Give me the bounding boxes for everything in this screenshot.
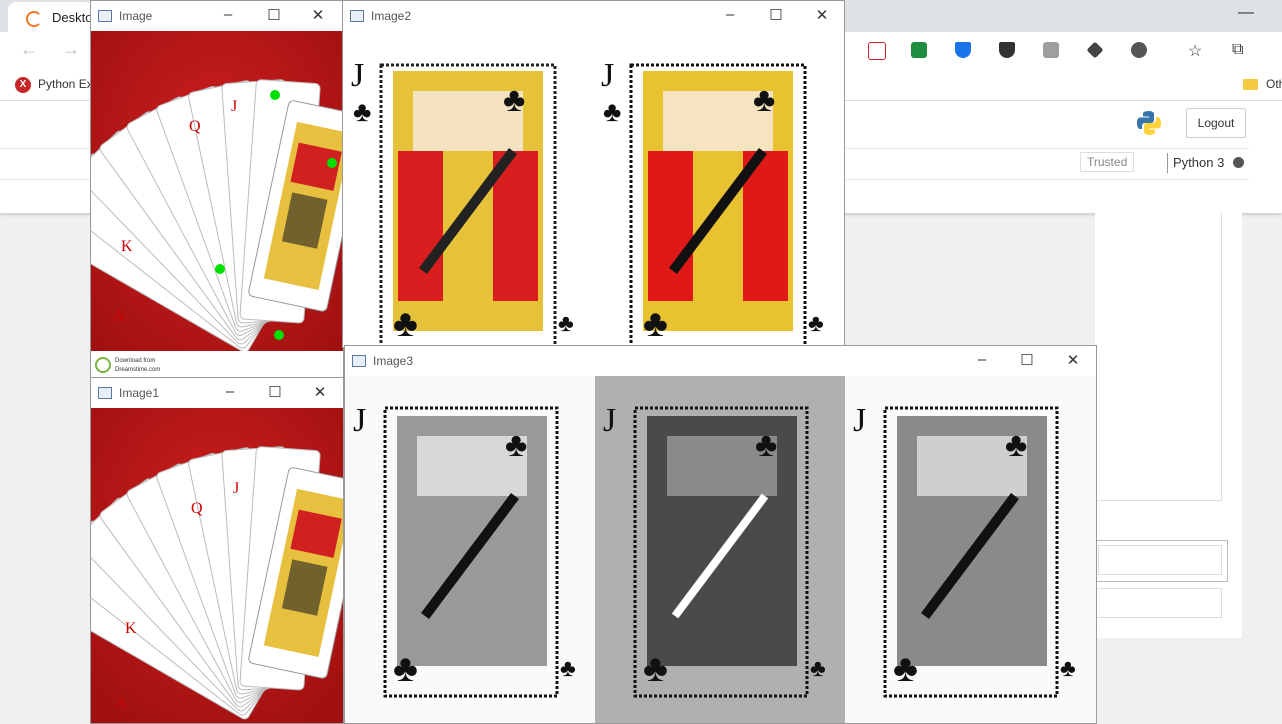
forward-icon[interactable]: → <box>62 39 80 60</box>
minimize-button[interactable]: – <box>721 6 739 23</box>
python-logo-icon <box>1137 111 1161 135</box>
window-icon <box>98 10 112 22</box>
card-rank-label: J <box>233 480 239 497</box>
collections-icon[interactable]: ⧉ <box>1232 41 1243 59</box>
image2-canvas: J ♣ ♣ ♣ ♣ J ♣ ♣ ♣ ♣ <box>343 31 844 347</box>
corner-point-marker <box>327 158 337 168</box>
card-rank-label: K <box>125 620 137 637</box>
minimize-button[interactable]: – <box>221 383 239 400</box>
window-titlebar[interactable]: Image1 – ☐ ✕ <box>91 378 343 408</box>
card-fan-image: A K Q J <box>91 408 343 723</box>
image-canvas: A K Q J Download from Dreamstime.com <box>91 31 343 381</box>
card-rank-label: A <box>113 308 125 325</box>
window-title: Image <box>119 9 153 23</box>
club-suit-icon: ♣ <box>393 303 418 345</box>
club-suit-icon: ♣ <box>810 655 826 682</box>
club-suit-icon: ♣ <box>755 426 777 464</box>
club-suit-icon: ♣ <box>643 303 668 345</box>
kernel-separator <box>1167 153 1168 173</box>
jupyter-icon <box>26 11 42 27</box>
jack-rank-label: J <box>603 402 616 439</box>
notebook-cell[interactable] <box>1095 213 1222 501</box>
window-icon <box>98 387 112 399</box>
jack-color-images: J ♣ ♣ ♣ ♣ J ♣ ♣ ♣ ♣ <box>351 57 824 347</box>
kernel-name[interactable]: Python 3 <box>1173 155 1224 170</box>
corner-point-marker <box>270 90 280 100</box>
club-suit-icon: ♣ <box>753 81 775 119</box>
close-button[interactable]: ✕ <box>309 6 327 24</box>
window-titlebar[interactable]: Image – ☐ ✕ <box>91 1 343 31</box>
bookmark-python-exercises[interactable]: Python Ex <box>38 77 93 91</box>
browser-minimize-button[interactable]: — <box>1238 4 1254 22</box>
window-titlebar[interactable]: Image2 – ☐ ✕ <box>343 1 844 31</box>
trusted-badge[interactable]: Trusted <box>1080 152 1135 172</box>
image1-canvas: A K Q J <box>91 408 343 723</box>
jack-rank-label: J <box>853 402 866 439</box>
watermark-line-1: Download from <box>115 358 155 364</box>
club-suit-icon: ♣ <box>643 648 668 690</box>
folder-icon <box>1243 79 1258 90</box>
window-titlebar[interactable]: Image3 – ☐ ✕ <box>345 346 1096 376</box>
club-suit-icon: ♣ <box>560 655 576 682</box>
minimize-button[interactable]: – <box>973 351 991 368</box>
kernel-status-icon <box>1233 157 1244 168</box>
browser-tab[interactable]: Desktop <box>8 2 100 32</box>
club-suit-icon: ♣ <box>503 81 525 119</box>
window-title: Image2 <box>371 9 412 23</box>
close-button[interactable]: ✕ <box>311 383 329 401</box>
window-image1[interactable]: Image1 – ☐ ✕ A K Q J <box>90 377 344 724</box>
maximize-button[interactable]: ☐ <box>266 383 284 401</box>
other-bookmarks[interactable]: Oth <box>1266 77 1282 91</box>
card-rank-label: Q <box>189 118 201 135</box>
club-suit-icon: ♣ <box>893 648 918 690</box>
window-title: Image3 <box>373 354 414 368</box>
bookmark-icon[interactable]: X <box>15 77 31 93</box>
jack-rank-label: J <box>353 402 366 439</box>
window-image[interactable]: Image – ☐ ✕ A K Q J Download from Dreams… <box>90 0 344 382</box>
watermark-line-2: Dreamstime.com <box>115 367 160 373</box>
card-fan-image: A K Q J Download from Dreamstime.com <box>91 31 343 381</box>
club-suit-icon: ♣ <box>353 96 371 127</box>
club-suit-icon: ♣ <box>603 96 621 127</box>
card-rank-label: Q <box>191 500 203 517</box>
shield-extension-icon[interactable] <box>868 42 886 60</box>
notebook-input-cell-2[interactable] <box>1095 588 1222 618</box>
notebook-input-inner[interactable] <box>1098 545 1222 575</box>
corner-point-marker <box>215 264 225 274</box>
logout-button[interactable]: Logout <box>1186 108 1246 138</box>
favorites-icon[interactable]: ☆ <box>1188 41 1202 61</box>
card-rank-label: A <box>115 695 127 712</box>
card-rank-label: J <box>231 98 237 115</box>
club-suit-icon: ♣ <box>808 310 824 337</box>
window-icon <box>352 355 366 367</box>
minimize-button[interactable]: – <box>219 6 237 23</box>
corner-point-marker <box>274 330 284 340</box>
guard-extension-icon[interactable] <box>999 42 1015 58</box>
card-rank-label: K <box>121 238 133 255</box>
club-suit-icon: ♣ <box>505 426 527 464</box>
circle-extension-icon[interactable] <box>1131 42 1147 58</box>
jack-rank-label: J <box>601 57 614 94</box>
image3-canvas: J ♣ ♣ ♣ J ♣ ♣ ♣ J ♣ ♣ ♣ <box>345 376 1096 723</box>
jack-rank-label: J <box>351 57 364 94</box>
club-suit-icon: ♣ <box>393 648 418 690</box>
jack-grayscale-images: J ♣ ♣ ♣ J ♣ ♣ ♣ J ♣ ♣ ♣ <box>345 376 1096 723</box>
window-title: Image1 <box>119 386 160 400</box>
maximize-button[interactable]: ☐ <box>767 6 785 24</box>
window-icon <box>350 10 364 22</box>
back-icon[interactable]: ← <box>20 39 38 60</box>
check-extension-icon[interactable] <box>1043 42 1059 58</box>
classroom-extension-icon[interactable] <box>911 42 927 58</box>
close-button[interactable]: ✕ <box>813 6 831 24</box>
club-suit-icon: ♣ <box>1060 655 1076 682</box>
club-suit-icon: ♣ <box>1005 426 1027 464</box>
close-button[interactable]: ✕ <box>1064 351 1082 369</box>
window-image2[interactable]: Image2 – ☐ ✕ J ♣ ♣ ♣ ♣ J ♣ ♣ ♣ ♣ <box>342 0 845 348</box>
security-extension-icon[interactable] <box>955 42 971 58</box>
window-image3[interactable]: Image3 – ☐ ✕ J ♣ ♣ ♣ J ♣ ♣ ♣ J ♣ ♣ ♣ <box>344 345 1097 724</box>
maximize-button[interactable]: ☐ <box>265 6 283 24</box>
maximize-button[interactable]: ☐ <box>1018 351 1036 369</box>
club-suit-icon: ♣ <box>558 310 574 337</box>
